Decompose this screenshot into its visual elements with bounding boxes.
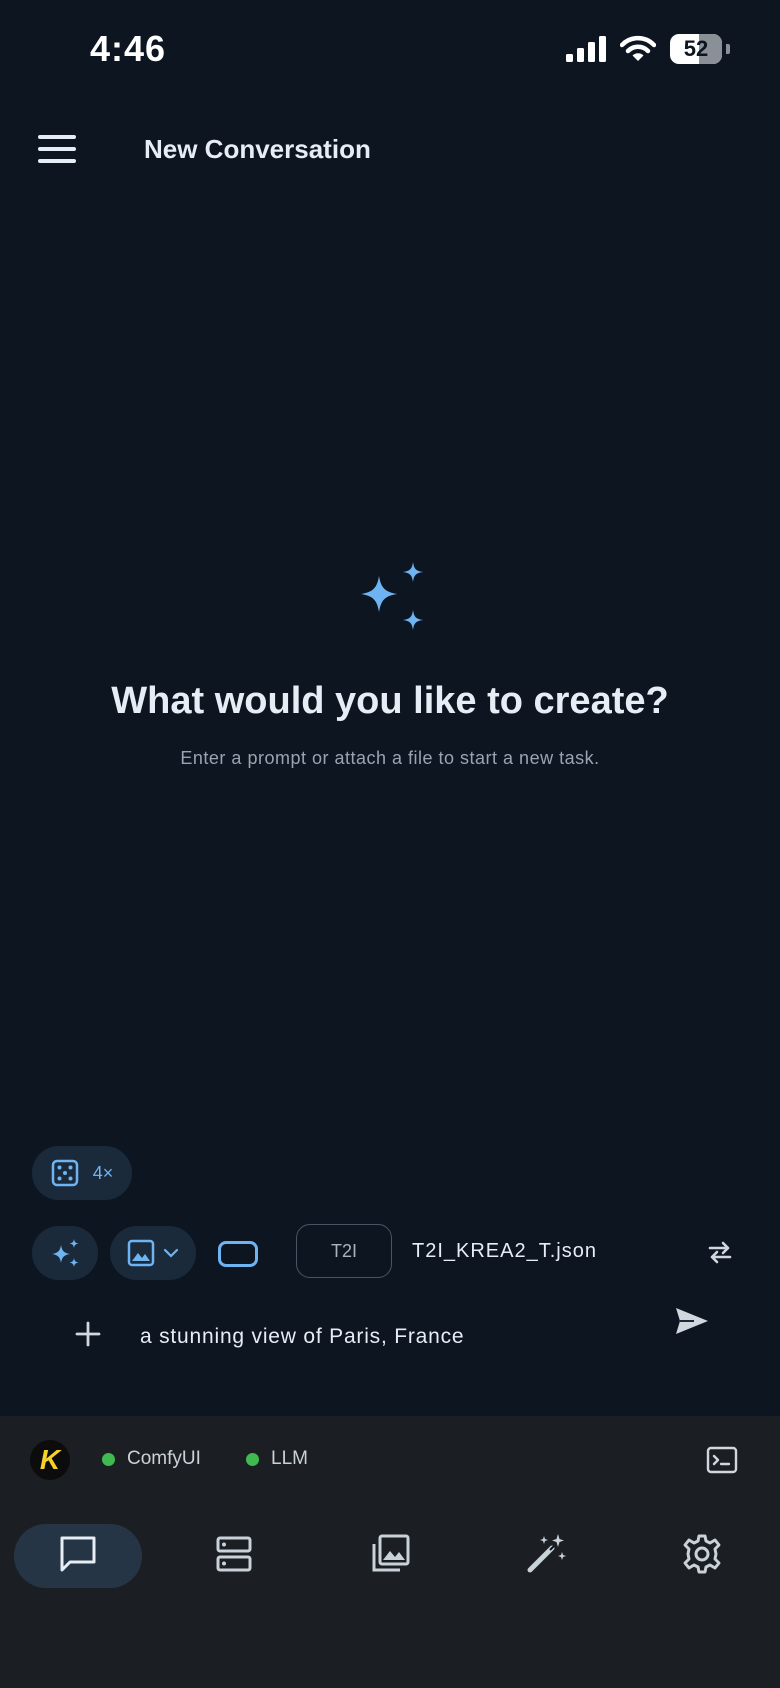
aspect-ratio-toggle[interactable] bbox=[218, 1241, 258, 1267]
status-icons: 52 bbox=[566, 34, 730, 64]
avatar[interactable]: K bbox=[30, 1440, 70, 1480]
wifi-icon bbox=[620, 35, 656, 61]
service-name: ComfyUI bbox=[127, 1448, 201, 1469]
prompt-input[interactable] bbox=[140, 1320, 660, 1354]
menu-icon[interactable] bbox=[38, 135, 76, 165]
nav-chat-icon[interactable] bbox=[56, 1532, 100, 1576]
nav-magic-wand-icon[interactable] bbox=[524, 1532, 568, 1576]
chevron-down-icon bbox=[163, 1248, 179, 1258]
send-icon[interactable] bbox=[674, 1306, 710, 1336]
add-attachment-icon[interactable] bbox=[74, 1320, 102, 1348]
nav-gallery-icon[interactable] bbox=[368, 1532, 412, 1576]
sparkles-icon bbox=[361, 562, 423, 630]
battery-tip bbox=[726, 44, 730, 54]
service-status-llm: LLM bbox=[246, 1448, 308, 1470]
page-title: New Conversation bbox=[144, 134, 371, 164]
output-type-select[interactable] bbox=[110, 1226, 196, 1280]
nav-server-icon[interactable] bbox=[212, 1532, 256, 1576]
image-icon bbox=[127, 1239, 155, 1267]
nav-settings-gear-icon[interactable] bbox=[680, 1532, 724, 1576]
battery-level: 52 bbox=[683, 36, 709, 61]
batch-count-chip[interactable]: 4× bbox=[32, 1146, 132, 1200]
cellular-signal-icon bbox=[566, 36, 606, 62]
battery-icon: 52 bbox=[670, 34, 722, 64]
dice-icon bbox=[51, 1159, 78, 1187]
hero-subtitle: Enter a prompt or attach a file to start… bbox=[180, 748, 600, 768]
sparkles-icon bbox=[52, 1239, 79, 1267]
workflow-name[interactable]: T2I_KREA2_T.json bbox=[412, 1240, 597, 1263]
hero-title: What would you like to create? bbox=[111, 680, 669, 722]
status-dot bbox=[102, 1452, 115, 1466]
batch-count-label: 4× bbox=[92, 1162, 114, 1183]
service-name: LLM bbox=[271, 1448, 308, 1469]
swap-icon[interactable] bbox=[706, 1240, 734, 1264]
service-status-comfyui: ComfyUI bbox=[102, 1448, 201, 1470]
enhance-prompt-button[interactable] bbox=[32, 1226, 98, 1280]
status-time: 4:46 bbox=[90, 28, 167, 69]
mode-button[interactable]: T2I bbox=[296, 1224, 392, 1278]
status-dot bbox=[246, 1452, 259, 1466]
terminal-icon[interactable] bbox=[706, 1446, 738, 1474]
